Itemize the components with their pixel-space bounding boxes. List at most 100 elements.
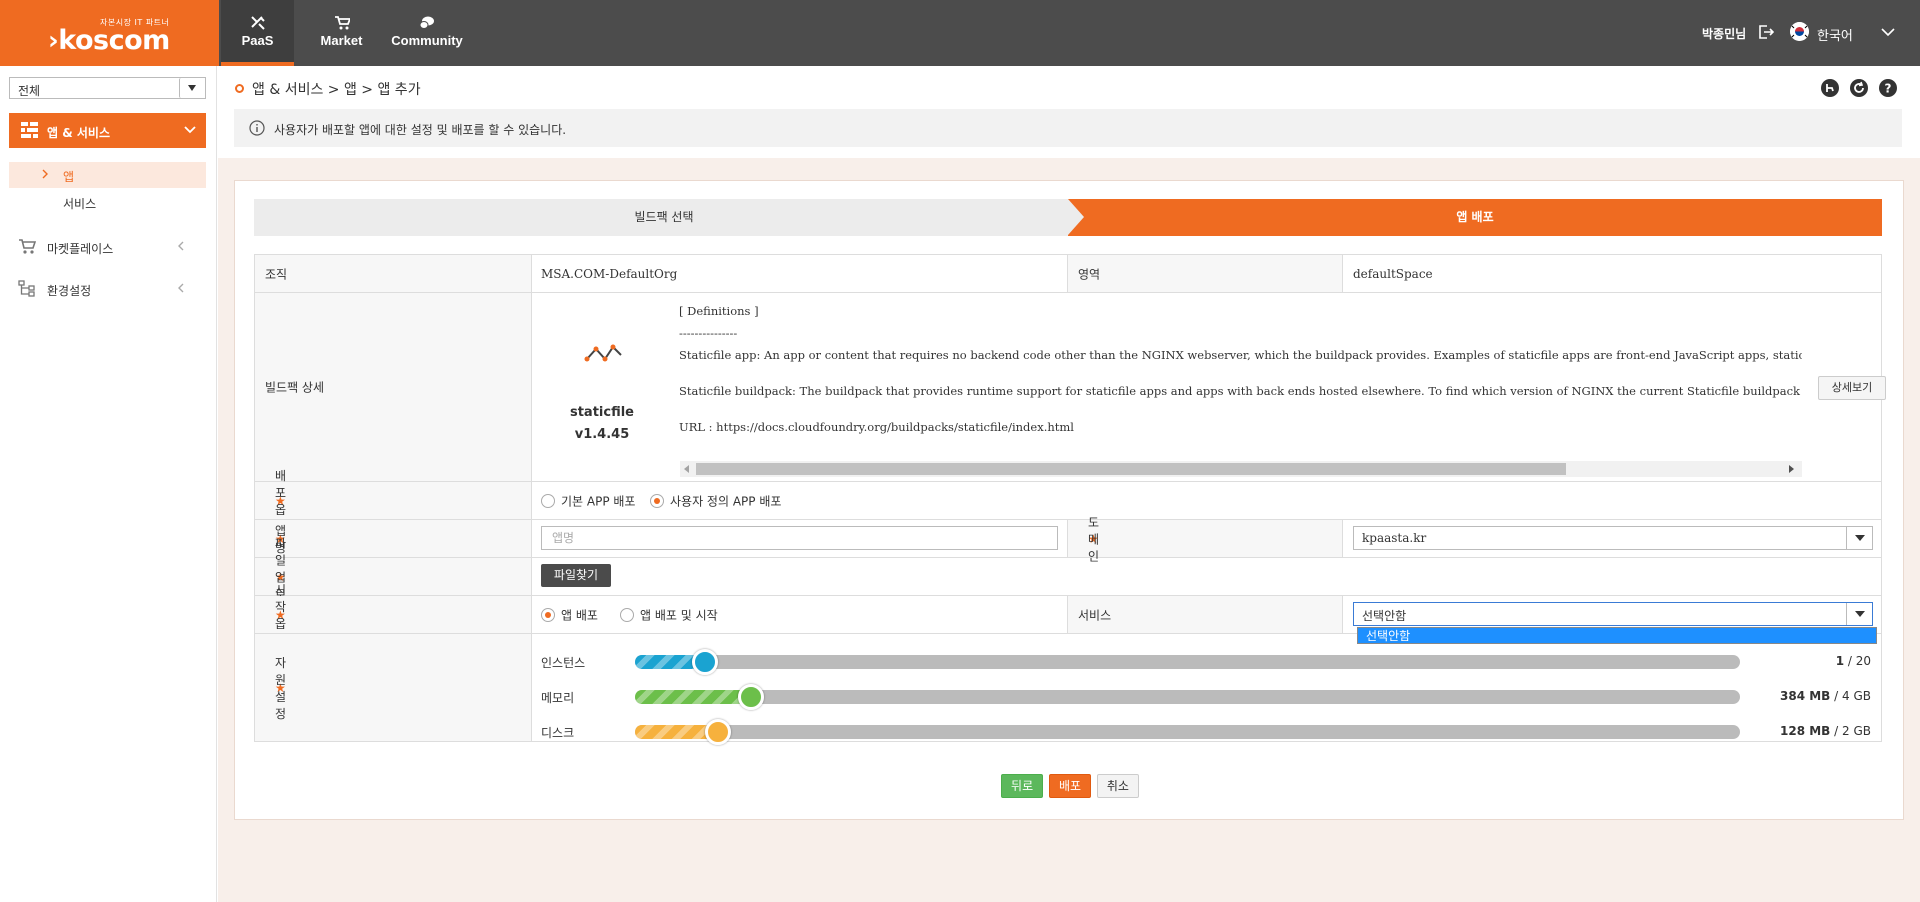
memory-value: 384 MB / 4 GB [1780, 689, 1871, 703]
desc-line [679, 363, 1802, 384]
page-header: 앱 & 서비스 > 앱 > 앱 추가 ? 사용자가 배포할 앱에 대한 설정 및… [218, 66, 1920, 158]
description-horizontal-scrollbar[interactable] [680, 461, 1802, 477]
language-selector[interactable]: 한국어 [1817, 25, 1853, 44]
app-name-input[interactable] [542, 527, 1057, 549]
start-option-deploy-label[interactable]: 앱 배포 [561, 606, 598, 623]
buildpack-label-cell: 빌드팩 상세 [255, 293, 532, 481]
deploy-button[interactable]: 배포 [1048, 774, 1092, 798]
app-name-field[interactable] [541, 526, 1058, 550]
sidebar-item-label: 환경설정 [47, 284, 92, 298]
row-file-upload: ★파일 업로드 파일찾기 [254, 536, 1882, 618]
desc-line: --------------- [679, 326, 738, 340]
memory-slider-track[interactable] [635, 684, 1740, 710]
resources-label-cell: ★ 자원설정 [255, 634, 532, 741]
chat-bubbles-icon [419, 16, 434, 29]
domain-select-value: kpaasta.kr [1362, 531, 1427, 545]
start-option-deploy-radio[interactable] [541, 607, 555, 622]
deploy-option-basic-label[interactable]: 기본 APP 배포 [561, 492, 635, 509]
help-icon[interactable]: ? [1879, 79, 1897, 97]
desc-line: [ Definitions ] [679, 304, 759, 318]
disk-slider-handle[interactable] [704, 719, 731, 745]
scroll-thumb[interactable] [696, 463, 1566, 475]
cart-icon [19, 239, 36, 254]
file-upload-cell: 파일찾기 [532, 558, 1032, 595]
sidebar-subitem-app[interactable]: 앱 [9, 162, 206, 188]
instance-label: 인스턴스 [541, 656, 586, 670]
buildpack-detail-cell: staticfile v1.4.45 [ Definitions ] -----… [532, 293, 1886, 480]
scroll-right-arrow[interactable] [1789, 465, 1794, 473]
row-app-name-domain: ★ 앱명 ★ 도메인 kpaasta.kr [254, 515, 1882, 563]
service-select-value: 선택안함 [1362, 609, 1407, 623]
start-option-deploy-start-label[interactable]: 앱 배포 및 시작 [640, 606, 718, 623]
row-buildpack-detail: 빌드팩 상세 staticfile v1.4.45 [ Definitions … [254, 293, 1886, 482]
nav-community-label: Community [391, 33, 463, 48]
step-buildpack-select[interactable]: 빌드팩 선택 [254, 199, 1074, 236]
memory-slider-row: 메모리 384 MB / 4 GB [541, 684, 1871, 710]
buildpack-version: v1.4.45 [574, 427, 630, 442]
space-label-cell: 영역 [1067, 255, 1343, 292]
logout-icon[interactable] [1758, 24, 1774, 40]
chevron-right-icon [42, 169, 48, 179]
refresh-icon[interactable] [1850, 79, 1868, 97]
user-name: 박종민님 [1702, 27, 1747, 41]
row-deploy-option: ★배포 옵션 기본 APP 배포 사용자 정의 APP 배포 [254, 469, 1882, 534]
service-dropdown-option[interactable]: 선택안함 [1357, 627, 1877, 644]
service-select[interactable]: 선택안함 [1353, 602, 1873, 626]
desc-line: URL : https://docs.cloudfoundry.org/buil… [679, 420, 1074, 434]
back-button[interactable]: 뒤로 [1001, 774, 1044, 798]
instance-value: 1 / 20 [1835, 654, 1871, 668]
desc-line [679, 399, 1802, 420]
nav-community[interactable]: Community [384, 0, 470, 66]
korea-flag-icon[interactable] [1790, 22, 1809, 41]
koscom-logo[interactable]: 자본시장 IT 파트너 ›koscom [0, 0, 219, 66]
step-indicator: 빌드팩 선택 앱 배포 [254, 199, 1882, 236]
sidebar-subitem-service[interactable]: 서비스 [63, 195, 96, 212]
service-label: 서비스 [1078, 608, 1112, 622]
scope-select-value: 전체 [18, 84, 41, 98]
tree-settings-icon [18, 280, 35, 297]
buildpack-label: 빌드팩 상세 [265, 380, 325, 395]
sidebar-item-label: 마켓플레이스 [47, 242, 114, 256]
tools-icon [250, 16, 265, 30]
sidebar-item-settings[interactable]: 환경설정 [9, 274, 206, 304]
disk-slider-row: 디스크 128 MB / 2 GB [541, 719, 1871, 745]
org-label-cell: 조직 [255, 255, 532, 292]
sidebar-item-label: 앱 & 서비스 [47, 126, 110, 140]
instance-slider-track[interactable] [635, 649, 1740, 675]
step-app-deploy: 앱 배포 [1068, 199, 1882, 236]
info-text: 사용자가 배포할 앱에 대한 설정 및 배포를 할 수 있습니다. [274, 123, 567, 137]
chevron-left-icon [178, 283, 184, 293]
scope-select-arrow[interactable] [179, 78, 204, 98]
row-resources: ★ 자원설정 인스턴스 1 / 20 메모리 384 MB / 4 GB 디스크… [254, 634, 1882, 745]
domain-select[interactable]: kpaasta.kr [1353, 526, 1873, 550]
desc-line: Staticfile app: An app or content that r… [679, 348, 1802, 362]
instance-slider-handle[interactable] [691, 649, 718, 675]
deploy-option-custom-label[interactable]: 사용자 정의 APP 배포 [670, 492, 781, 509]
memory-slider-handle[interactable] [738, 684, 765, 710]
service-select-arrow[interactable] [1846, 603, 1872, 625]
nav-paas[interactable]: PaaS [221, 0, 294, 66]
chevron-down-icon[interactable] [1880, 24, 1896, 40]
scroll-left-arrow[interactable] [684, 465, 689, 473]
scope-select[interactable]: 전체 [9, 77, 206, 99]
domain-label-cell: ★ 도메인 [1067, 515, 1343, 563]
disk-slider-track[interactable] [635, 719, 1740, 745]
org-value: MSA.COM-DefaultOrg [541, 266, 678, 281]
detail-view-button[interactable]: 상세보기 [1818, 376, 1886, 400]
start-option-deploy-start-radio[interactable] [620, 607, 634, 622]
back-circle-icon[interactable] [1821, 79, 1839, 97]
deploy-option-custom-radio[interactable] [650, 493, 664, 508]
app-name-label-cell: ★ 앱명 [255, 520, 532, 557]
chevron-left-icon [178, 241, 184, 251]
space-label: 영역 [1078, 267, 1101, 281]
nav-market[interactable]: Market [303, 0, 380, 66]
sidebar-item-marketplace[interactable]: 마켓플레이스 [9, 232, 206, 262]
service-label-cell: 서비스 [1067, 596, 1343, 633]
cancel-button[interactable]: 취소 [1096, 774, 1139, 798]
domain-select-arrow[interactable] [1846, 527, 1872, 549]
sidebar-item-apps-services[interactable]: 앱 & 서비스 [9, 113, 206, 148]
svg-text:?: ? [1885, 82, 1892, 96]
file-browse-button[interactable]: 파일찾기 [541, 564, 611, 587]
deploy-option-basic-radio[interactable] [541, 493, 555, 508]
instance-slider-row: 인스턴스 1 / 20 [541, 649, 1871, 675]
